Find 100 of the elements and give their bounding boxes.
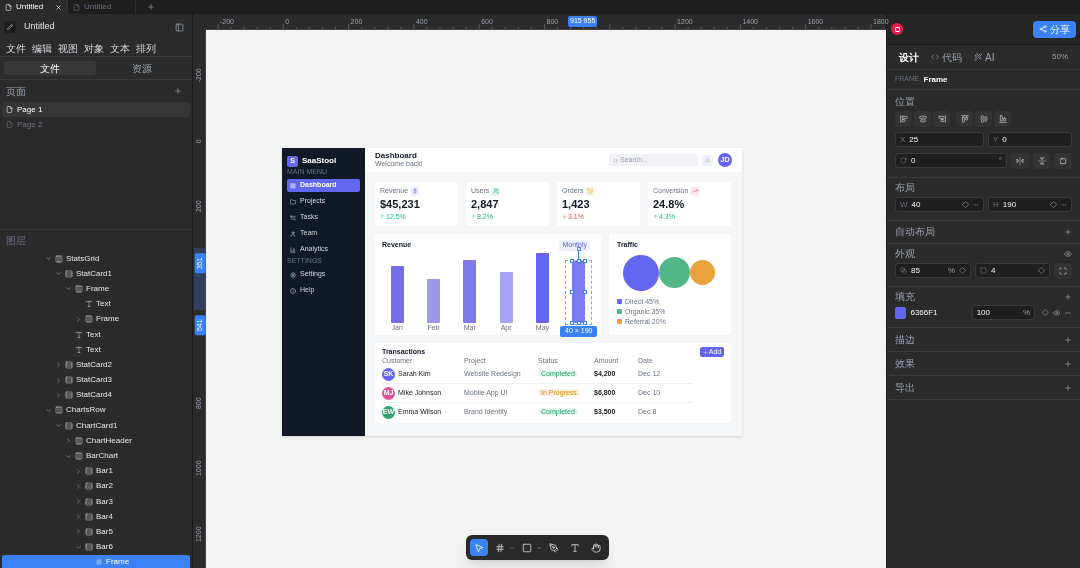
layer-row[interactable]: BarChart [2,448,190,464]
variable-icon[interactable] [1042,309,1049,316]
page-item[interactable]: Page 1 [2,102,190,117]
chevron-right-icon[interactable] [75,467,82,475]
layer-row[interactable]: StatCard4 [2,387,190,403]
avatar-icon[interactable] [891,23,903,35]
add-icon[interactable] [1064,359,1072,368]
inspector-tab[interactable]: 设计 [899,49,919,65]
layer-row[interactable]: StatsGrid [2,251,190,267]
resize-handle[interactable] [583,290,588,294]
input-field[interactable]: 4 [975,263,1051,278]
share-button[interactable]: 分享 [1033,20,1076,38]
menu-item[interactable]: 文本 [110,40,130,56]
rows-icon [85,527,93,536]
panel-tab[interactable]: 资源 [96,61,188,75]
align-center-icon[interactable] [914,111,931,127]
input-field[interactable]: 100 % [971,305,1036,320]
layer-row[interactable]: Bar4 [2,509,190,525]
align-top-icon[interactable] [956,111,973,127]
rotate-square-icon[interactable] [1054,153,1072,169]
align-right-icon[interactable] [933,111,950,127]
resize-handle[interactable] [576,247,581,251]
add-icon[interactable] [1064,228,1072,236]
layer-row[interactable]: Text [2,326,190,343]
layer-row[interactable]: ChartCard1 [2,418,190,434]
chevron-down-icon[interactable] [65,285,72,293]
align-middle-icon[interactable] [975,111,992,127]
input-field[interactable]: Y 0 [988,132,1072,147]
add-icon[interactable] [1064,335,1072,344]
menu-item[interactable]: 排列 [136,40,156,56]
layer-row[interactable]: StatCard2 [2,357,190,373]
align-bottom-icon[interactable] [994,111,1011,127]
caret-icon[interactable] [536,544,542,551]
panel-tab[interactable]: 文件 [4,61,96,75]
layer-row[interactable]: Bar3 [2,494,190,510]
layer-row[interactable]: Bar6 [2,539,190,555]
chevron-right-icon[interactable] [55,376,62,384]
input-field[interactable]: H 190 [988,197,1072,212]
layer-row[interactable]: Bar1 [2,463,190,479]
inspector-tab[interactable]: 代码 [931,49,962,65]
inspector-tab[interactable]: AI [974,49,995,65]
menu-item[interactable]: 编辑 [32,40,52,56]
chevron-down-icon[interactable] [1061,201,1067,208]
expand-corners-icon[interactable] [1054,263,1072,279]
chevron-right-icon[interactable] [75,498,82,506]
chevron-right-icon[interactable] [55,391,62,399]
color-swatch[interactable] [895,306,907,319]
add-icon[interactable] [1064,293,1072,301]
close-icon[interactable] [55,3,62,11]
notification-button[interactable] [702,154,713,166]
chevron-down-icon[interactable] [45,406,52,414]
pointer-tool[interactable] [470,539,488,556]
chevron-right-icon[interactable] [75,513,82,521]
input-field[interactable]: X 25 [895,132,984,147]
layer-row[interactable]: Frame [2,281,190,297]
chevron-down-icon[interactable] [55,422,62,430]
input-field[interactable]: 85 % [895,263,972,278]
resize-handle[interactable] [570,290,575,294]
caret-icon[interactable] [509,544,515,551]
add-page-icon[interactable] [174,87,182,95]
layer-row[interactable]: Frame [2,311,190,327]
menu-item[interactable]: 对象 [84,40,104,56]
layer-row[interactable]: Bar2 [2,478,190,494]
chevron-right-icon[interactable] [55,361,62,369]
chevron-down-icon[interactable] [75,543,82,551]
variable-icon[interactable] [1050,201,1057,208]
add-tab-icon[interactable] [147,3,155,11]
align-left-icon[interactable] [895,111,912,127]
bell-icon [705,157,710,163]
layer-row[interactable]: Text [2,342,190,358]
eye-icon[interactable] [1052,308,1061,317]
zoom-level[interactable]: 50% [1052,51,1068,63]
sidebar-toggle-icon[interactable] [175,22,184,32]
chevron-right-icon[interactable] [75,528,82,536]
flip-horizontal-icon[interactable] [1011,153,1029,169]
document-tab[interactable]: Untitled [0,0,68,14]
layer-row[interactable]: StatCard1 [2,266,190,282]
chevron-right-icon[interactable] [75,315,82,323]
variable-icon[interactable] [1038,267,1046,274]
layer-row[interactable]: StatCard3 [2,372,190,388]
chevron-down-icon[interactable] [65,452,72,460]
variable-icon[interactable] [959,267,967,274]
chevron-down-icon[interactable] [45,255,52,263]
layer-row[interactable]: ChartsRow [2,402,190,419]
layer-row[interactable]: Text [2,296,190,312]
menu-item[interactable]: 视图 [58,40,78,56]
input-field[interactable]: W 40 [895,197,984,212]
variable-icon[interactable] [962,201,969,208]
layer-row[interactable]: ChartHeader [2,433,190,449]
flip-vertical-icon[interactable] [1032,153,1051,169]
eye-icon[interactable] [1064,250,1072,258]
layer-row[interactable]: Bar5 [2,524,190,540]
input-field[interactable]: 0 ° [895,153,1008,168]
chevron-right-icon[interactable] [75,482,82,490]
chevron-down-icon[interactable] [973,201,979,208]
add-icon[interactable] [1064,383,1072,392]
chevron-down-icon[interactable] [55,270,62,278]
layer-row[interactable]: Frame [2,554,190,568]
chevron-right-icon[interactable] [65,437,72,445]
menu-item[interactable]: 文件 [6,40,26,56]
